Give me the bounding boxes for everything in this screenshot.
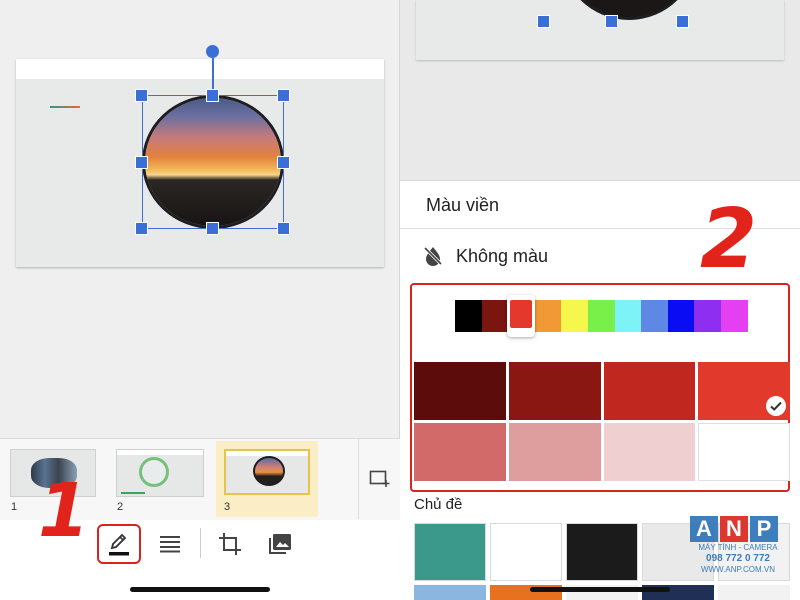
resize-handle-bottom-left[interactable]	[135, 222, 148, 235]
slide-thumbnail-2[interactable]: 2	[106, 439, 206, 519]
shade-grid	[414, 362, 790, 481]
slide-header-band	[16, 59, 384, 79]
no-color-label: Không màu	[456, 245, 549, 266]
hue-swatch[interactable]	[587, 300, 615, 332]
hue-swatch[interactable]	[667, 300, 695, 332]
watermark-letters: A N P	[690, 516, 786, 542]
sheet-title: Màu viền	[426, 195, 500, 215]
shade-swatch[interactable]	[414, 423, 506, 481]
shade-swatch[interactable]	[603, 362, 696, 420]
hue-swatch[interactable]	[455, 300, 482, 332]
shade-swatch[interactable]	[508, 362, 601, 420]
shade-swatch[interactable]	[508, 423, 601, 481]
home-indicator	[530, 587, 670, 592]
watermark-letter: A	[690, 516, 718, 542]
step-number-2: 2	[700, 192, 758, 287]
hue-swatch[interactable]	[534, 300, 562, 332]
shade-swatch[interactable]	[698, 423, 790, 481]
image-gallery-icon	[269, 534, 291, 554]
slide-number: 2	[117, 501, 124, 513]
hue-swatch[interactable]	[641, 300, 668, 332]
resize-handle-bottom-right[interactable]	[277, 222, 290, 235]
check-icon	[766, 396, 786, 416]
resize-handle-bottom[interactable]	[605, 15, 618, 28]
hue-swatch[interactable]	[614, 300, 642, 332]
theme-swatch[interactable]	[414, 585, 486, 600]
color-palette	[410, 283, 790, 492]
shade-swatch[interactable]	[698, 362, 790, 420]
resize-handle-bottom-right[interactable]	[676, 15, 689, 28]
hue-swatch[interactable]	[561, 300, 588, 332]
watermark-letter: P	[750, 516, 778, 542]
selection-frame	[142, 95, 284, 229]
slide-canvas-partial	[416, 0, 784, 60]
hue-swatch[interactable]	[694, 300, 721, 332]
anp-watermark-logo: A N P MÁY TÍNH - CAMERA 098 772 0 772 WW…	[690, 516, 786, 596]
resize-handle-bottom-left[interactable]	[537, 15, 550, 28]
slide-number: 1	[11, 501, 18, 513]
resize-handle-top-right[interactable]	[277, 89, 290, 102]
slide-number: 3	[224, 501, 231, 513]
watermark-line: MÁY TÍNH - CAMERA	[698, 543, 778, 552]
toolbar-separator	[200, 528, 201, 558]
no-color-option[interactable]: Không màu	[422, 245, 548, 267]
line-weight-icon	[160, 536, 180, 553]
watermark-url: WWW.ANP.COM.VN	[700, 565, 776, 574]
crop-button[interactable]	[208, 524, 252, 564]
resize-handle-right[interactable]	[277, 156, 290, 169]
hue-swatch[interactable]	[481, 300, 509, 332]
theme-swatch[interactable]	[566, 523, 638, 581]
resize-handle-left[interactable]	[135, 156, 148, 169]
shade-swatch[interactable]	[603, 423, 696, 481]
add-slide-button[interactable]	[358, 439, 400, 519]
watermark-letter: N	[720, 516, 748, 542]
replace-image-button[interactable]	[258, 524, 302, 564]
no-fill-icon	[423, 246, 443, 266]
selected-hue-indicator[interactable]	[507, 295, 536, 337]
pencil-border-icon	[109, 533, 129, 556]
resize-handle-top-left[interactable]	[135, 89, 148, 102]
crop-icon	[219, 533, 241, 555]
theme-swatch[interactable]	[414, 523, 486, 581]
slide-thumbnail-3[interactable]: 3	[216, 441, 318, 517]
step-number-1: 1	[38, 468, 90, 554]
theme-section-label: Chủ đề	[414, 496, 463, 513]
shade-swatch[interactable]	[414, 362, 506, 420]
slide-accent-line	[50, 106, 80, 108]
border-weight-button[interactable]	[148, 524, 192, 564]
right-panel: Màu viền Không màu Chủ đề 2	[400, 0, 800, 600]
add-slide-icon	[369, 470, 389, 487]
hue-swatch[interactable]	[720, 300, 748, 332]
resize-handle-bottom[interactable]	[206, 222, 219, 235]
left-panel: 1 2 3 1	[0, 0, 400, 600]
watermark-phone: 098 772 0 772	[706, 553, 770, 564]
theme-swatch[interactable]	[490, 523, 562, 581]
border-color-button[interactable]	[97, 524, 141, 564]
rotate-handle[interactable]	[206, 45, 219, 58]
home-indicator	[130, 587, 270, 592]
hue-strip	[455, 295, 748, 337]
app-root: 1 2 3 1 Màu viền Không màu Chủ đề 2 A N …	[0, 0, 800, 600]
resize-handle-top[interactable]	[206, 89, 219, 102]
